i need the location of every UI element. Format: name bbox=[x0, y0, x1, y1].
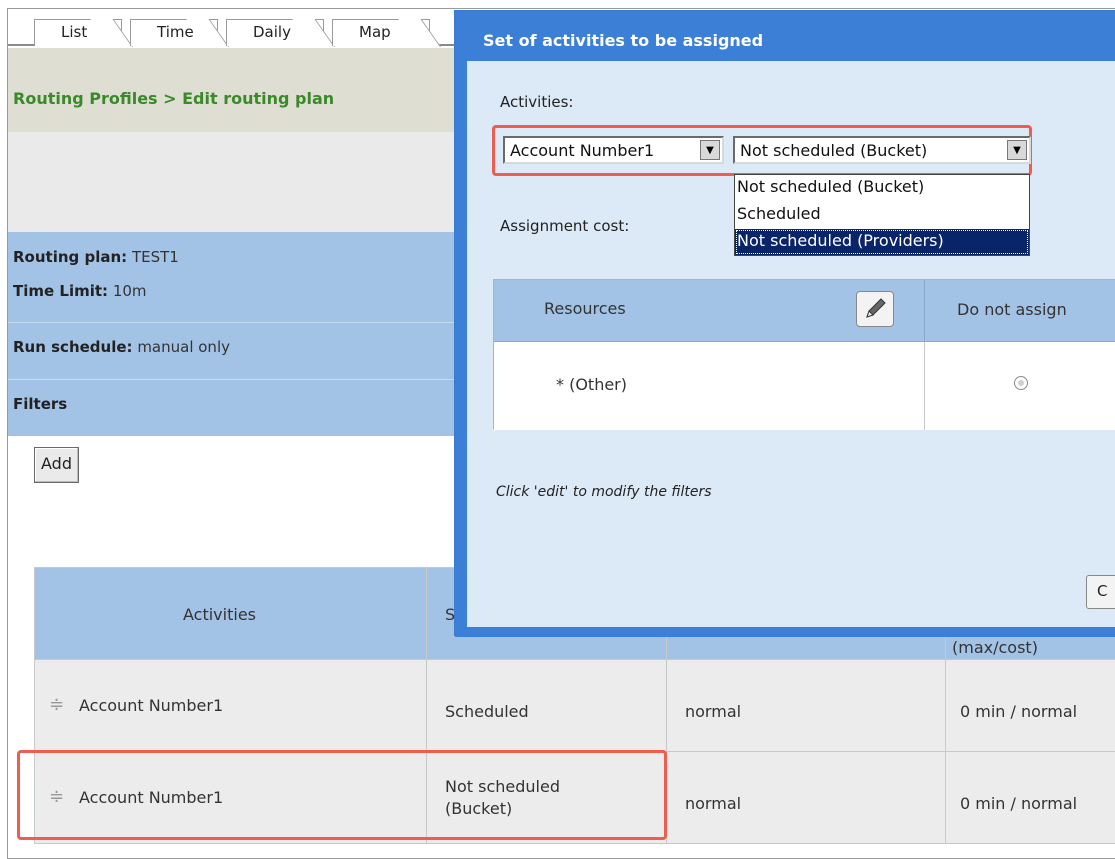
chevron-down-icon[interactable]: ▼ bbox=[700, 140, 720, 160]
other-resource-label: * (Other) bbox=[556, 375, 627, 394]
add-button[interactable]: Add bbox=[34, 447, 79, 483]
dialog-title: Set of activities to be assigned bbox=[455, 11, 1115, 61]
row-highlight bbox=[17, 750, 667, 840]
cancel-button[interactable]: C bbox=[1086, 575, 1115, 609]
table-row-1-status[interactable]: Scheduled bbox=[426, 659, 667, 752]
tab-daily[interactable]: Daily bbox=[226, 19, 324, 46]
tab-map[interactable]: Map bbox=[332, 19, 430, 46]
chevron-down-icon[interactable]: ▼ bbox=[1007, 140, 1027, 160]
dialog-border bbox=[455, 61, 467, 636]
tab-time[interactable]: Time bbox=[130, 19, 218, 46]
table-row-1-activity[interactable]: ≑ Account Number1 bbox=[34, 659, 427, 752]
do-not-assign-header: Do not assign bbox=[957, 300, 1067, 319]
pencil-icon bbox=[866, 298, 886, 318]
edit-hint: Click 'edit' to modify the filters bbox=[496, 484, 712, 500]
table-row-1-priority[interactable]: normal bbox=[666, 659, 946, 752]
breadcrumb[interactable]: Routing Profiles > Edit routing plan bbox=[13, 89, 334, 108]
dialog-border bbox=[455, 627, 1115, 637]
edit-button[interactable] bbox=[856, 291, 894, 327]
dropdown-option-selected[interactable]: Not scheduled (Providers) bbox=[735, 229, 1029, 255]
routing-plan-line: Routing plan: TEST1 bbox=[13, 248, 179, 266]
dropdown-option[interactable]: Not scheduled (Bucket) bbox=[735, 175, 1029, 201]
dropdown-option[interactable]: Scheduled bbox=[735, 202, 1029, 228]
tab-list[interactable]: List bbox=[34, 19, 122, 46]
status-dropdown-list: Not scheduled (Bucket) Scheduled Not sch… bbox=[734, 174, 1030, 256]
do-not-assign-radio[interactable] bbox=[1014, 376, 1028, 390]
assignment-cost-label: Assignment cost: bbox=[500, 217, 630, 235]
run-schedule-line: Run schedule: manual only bbox=[13, 338, 230, 356]
filters-heading: Filters bbox=[13, 395, 68, 413]
resources-header-label: Resources bbox=[544, 299, 626, 318]
time-limit-line: Time Limit: 10m bbox=[13, 282, 147, 300]
table-row-2-limit[interactable]: 0 min / normal bbox=[945, 751, 1115, 844]
account-select[interactable]: Account Number1 ▼ bbox=[503, 136, 724, 164]
activities-label: Activities: bbox=[500, 93, 574, 111]
column-header-activities[interactable]: Activities bbox=[34, 567, 427, 660]
table-row-1-limit[interactable]: 0 min / normal bbox=[945, 659, 1115, 752]
drag-handle-icon[interactable]: ≑ bbox=[49, 694, 64, 715]
status-select[interactable]: Not scheduled (Bucket) ▼ bbox=[733, 136, 1031, 164]
table-row-2-priority[interactable]: normal bbox=[666, 751, 946, 844]
